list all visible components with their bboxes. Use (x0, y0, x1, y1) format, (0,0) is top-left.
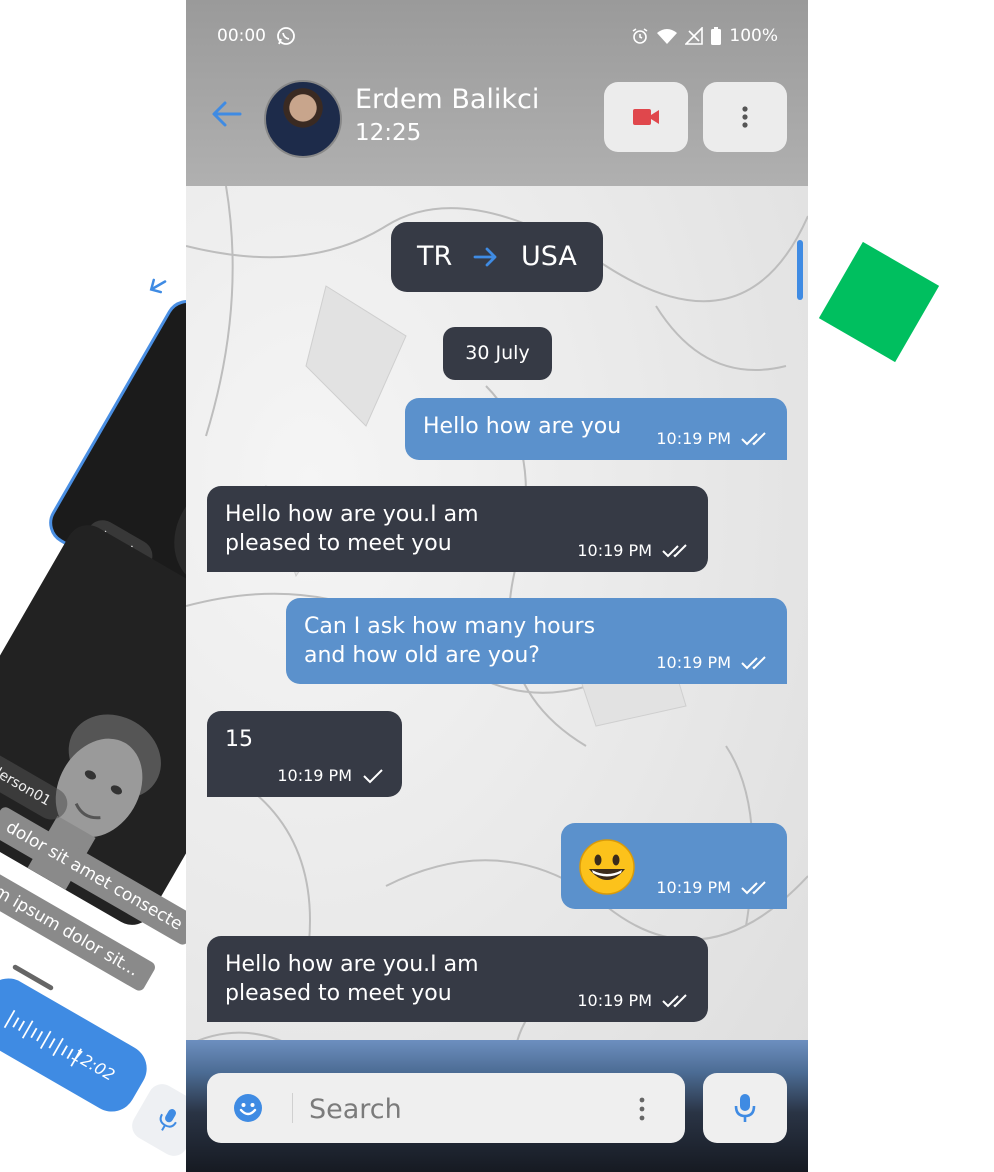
message-time: 10:19 PM (656, 878, 731, 897)
chat-screen: 00:00 100% Erdem Balikci 12:25 TR USA 30… (186, 0, 808, 1172)
single-check-icon (363, 769, 383, 784)
battery-percentage: 100% (729, 26, 778, 46)
message-time: 10:19 PM (577, 991, 652, 1010)
status-icons: 100% (631, 26, 778, 46)
video-camera-icon (633, 109, 659, 125)
message-text: Hello how are you.I am pleased to meet y… (225, 952, 479, 1006)
message-text: Can I ask how many hours and how old are… (304, 614, 596, 668)
alarm-icon (632, 28, 648, 44)
message-composer (207, 1073, 685, 1143)
more-options-button[interactable] (703, 82, 787, 152)
double-check-icon (662, 994, 687, 1008)
emoji-icon[interactable] (233, 1093, 263, 1123)
translation-language-selector[interactable]: TR USA (391, 222, 603, 292)
more-vertical-icon (742, 106, 748, 128)
message-text: Hello how are you (423, 414, 622, 439)
contact-last-seen: 12:25 (355, 120, 422, 146)
message-bubble-incoming[interactable]: Hello how are you.I am pleased to meet y… (207, 936, 708, 1022)
green-diamond-decoration (818, 241, 940, 363)
message-bubble-incoming[interactable]: 15 10:19 PM (207, 711, 402, 797)
message-text: Hello how are you.I am pleased to meet y… (225, 502, 479, 556)
message-time: 10:19 PM (656, 429, 731, 448)
message-time: 10:19 PM (577, 541, 652, 560)
video-call-button[interactable] (604, 82, 688, 152)
message-bubble-incoming[interactable]: Hello how are you.I am pleased to meet y… (207, 486, 708, 572)
whatsapp-icon (277, 27, 295, 45)
message-bubble-outgoing[interactable]: Hello how are you 10:19 PM (405, 398, 787, 460)
message-text: 15 (225, 727, 253, 752)
background-device-mockup: Jennie derson01 dolor sit amet consecte … (0, 0, 186, 1172)
more-vertical-icon[interactable] (637, 1095, 647, 1123)
message-time: 10:19 PM (656, 653, 731, 672)
grinning-face-emoji-icon (579, 839, 635, 895)
date-separator: 30 July (443, 327, 552, 380)
message-bubble-outgoing[interactable]: Can I ask how many hours and how old are… (286, 598, 787, 684)
double-check-icon (741, 432, 766, 446)
double-check-icon (741, 656, 766, 670)
chat-scrollbar[interactable] (797, 240, 803, 300)
voice-record-button[interactable] (703, 1073, 787, 1143)
message-input[interactable] (307, 1083, 621, 1135)
target-language: USA (521, 241, 577, 272)
message-time: 10:19 PM (277, 766, 352, 785)
contact-avatar[interactable] (264, 80, 342, 158)
mic-icon (734, 1094, 756, 1122)
source-language: TR (417, 241, 453, 272)
message-bubble-outgoing[interactable]: 10:19 PM (561, 823, 787, 909)
double-check-icon (741, 881, 766, 895)
signal-icon (685, 27, 704, 45)
mic-icon (159, 1109, 177, 1131)
double-check-icon (662, 544, 687, 558)
arrow-right-icon (473, 247, 497, 267)
background-voice-message: |ıı|ıı|ı|ıı| 12:02 (0, 969, 156, 1121)
back-arrow-icon[interactable] (210, 97, 244, 131)
status-time: 00:00 (217, 26, 266, 46)
chat-header: 00:00 100% Erdem Balikci 12:25 (186, 0, 808, 186)
input-divider (292, 1093, 293, 1123)
battery-icon (711, 27, 722, 45)
contact-name[interactable]: Erdem Balikci (355, 84, 539, 115)
wifi-icon (657, 29, 678, 44)
voice-duration: 12:02 (68, 1045, 119, 1085)
